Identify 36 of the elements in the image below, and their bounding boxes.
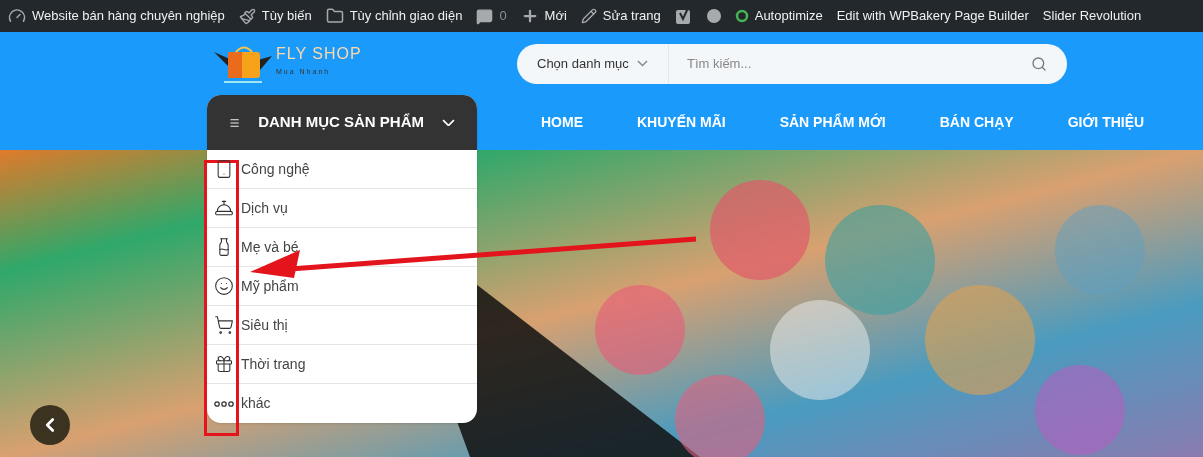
- cart-icon: [214, 315, 234, 335]
- category-menu-toggle[interactable]: DANH MỤC SẢN PHẨM: [207, 95, 477, 150]
- gift-icon: [214, 354, 234, 374]
- comment-count: 0: [499, 7, 507, 26]
- cloche-icon: [214, 198, 234, 218]
- category-item[interactable]: Thời trang: [241, 345, 477, 383]
- more-icon: [214, 400, 234, 407]
- category-item[interactable]: Dịch vụ: [241, 189, 477, 227]
- dashboard-icon[interactable]: [8, 7, 26, 25]
- folder-icon[interactable]: [325, 7, 344, 25]
- seo-plugin-icon[interactable]: [674, 7, 693, 25]
- category-item[interactable]: Siêu thị: [241, 306, 477, 344]
- slider-revolution-link[interactable]: Slider Revolution: [1042, 6, 1142, 26]
- new-link[interactable]: Mới: [544, 6, 567, 26]
- search-field[interactable]: Chọn danh mục Tìm kiếm...: [517, 43, 1067, 84]
- comment-icon[interactable]: [476, 7, 494, 25]
- wpbakery-link[interactable]: Edit with WPBakery Page Builder: [836, 6, 1029, 26]
- edit-page-link[interactable]: Sửa trang: [602, 6, 661, 26]
- pencil-icon[interactable]: [580, 8, 597, 24]
- themes-link[interactable]: Tùy chỉnh giao diện: [349, 6, 463, 26]
- chevron-down-icon: [442, 118, 455, 127]
- chevron-down-icon: [636, 60, 648, 67]
- category-item[interactable]: Công nghệ: [241, 150, 477, 188]
- ring-icon: [734, 9, 749, 23]
- site-name-link[interactable]: Website bán hàng chuyên nghiệp: [32, 6, 225, 26]
- autoptimize-link[interactable]: Autoptimize: [754, 6, 823, 26]
- brush-icon[interactable]: [238, 7, 256, 25]
- face-icon: [214, 276, 234, 296]
- category-item[interactable]: khác: [241, 384, 477, 423]
- category-item[interactable]: Mỹ phẩm: [241, 267, 477, 305]
- logo-text: FLY SHOP: [276, 45, 362, 62]
- category-select[interactable]: Chọn danh mục: [517, 43, 669, 84]
- customize-link[interactable]: Tùy biến: [261, 6, 312, 26]
- status-dot-icon: [706, 9, 721, 23]
- category-item[interactable]: Mẹ và bé: [241, 228, 477, 266]
- search-icon[interactable]: [1031, 55, 1047, 72]
